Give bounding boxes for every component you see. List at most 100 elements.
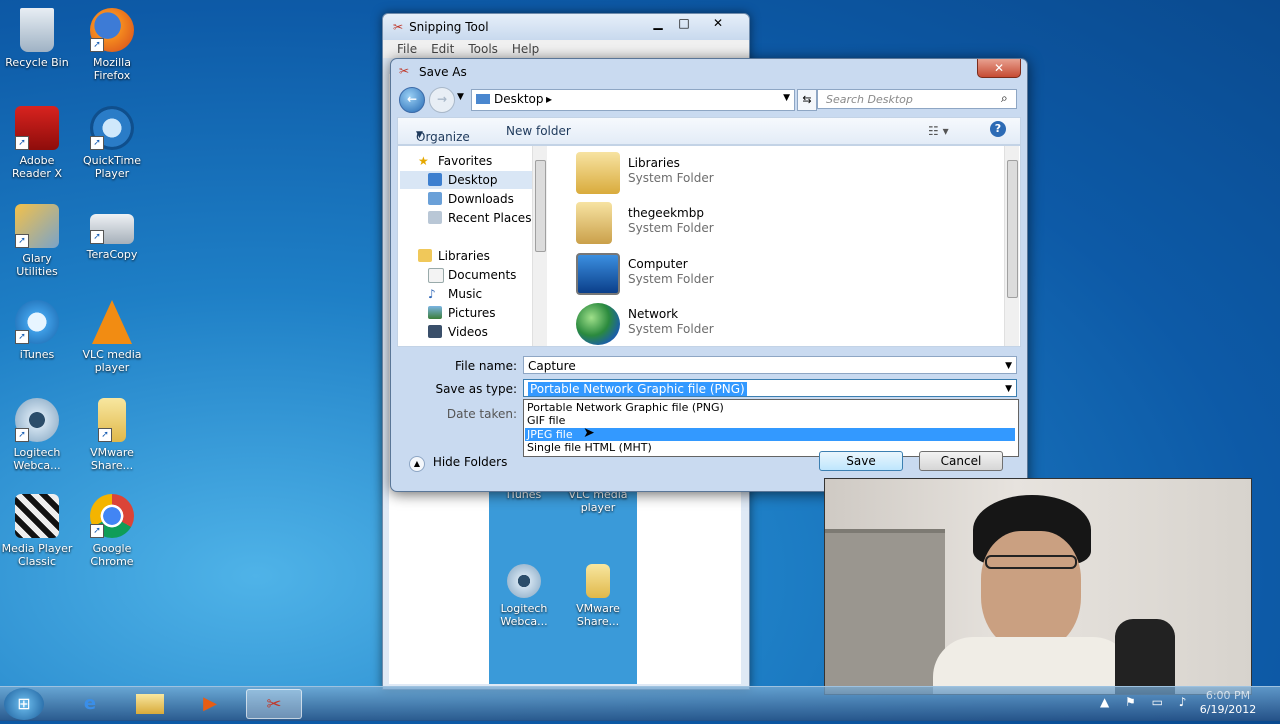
nav-downloads[interactable]: Downloads xyxy=(428,190,514,208)
nav-videos[interactable]: Videos xyxy=(428,323,488,341)
forward-button[interactable]: → xyxy=(429,87,455,113)
menu-help[interactable]: Help xyxy=(512,42,539,56)
minimize-button[interactable]: ▁ xyxy=(645,14,671,32)
taskbar-snipping-tool[interactable]: ✂ xyxy=(246,689,302,719)
nav-label: Downloads xyxy=(448,192,514,206)
desktop-icon-adobe-reader[interactable]: ➚ Adobe Reader X xyxy=(0,106,74,180)
desktop-icon-label: VMware Share... xyxy=(90,446,134,472)
videos-icon xyxy=(428,325,442,338)
filename-input[interactable]: Capture ▼ xyxy=(523,356,1017,374)
start-button[interactable]: ⊞ xyxy=(4,688,44,720)
nav-label: Music xyxy=(448,287,483,301)
back-button[interactable]: ← xyxy=(399,87,425,113)
chevron-down-icon: ▼ xyxy=(416,130,423,140)
adobe-reader-icon: ➚ xyxy=(15,106,59,150)
capture-icon-label: Logitech Webca... xyxy=(500,602,548,628)
desktop-icon-glary-utilities[interactable]: ➚ Glary Utilities xyxy=(0,204,74,278)
browser-pane: ★ Favorites Desktop Downloads Recent Pla… xyxy=(397,145,1021,347)
desktop-icon xyxy=(428,173,442,186)
desktop-icon-vmware-share[interactable]: ➚ VMware Share... xyxy=(75,398,149,472)
desktop-icon-label: Glary Utilities xyxy=(16,252,58,278)
menu-edit[interactable]: Edit xyxy=(431,42,454,56)
desktop-icon-teracopy[interactable]: ➚ TeraCopy xyxy=(75,204,149,261)
nav-favorites[interactable]: ★ Favorites xyxy=(418,152,492,170)
desktop-icon-vlc[interactable]: VLC media player xyxy=(75,300,149,374)
nav-scroll-thumb[interactable] xyxy=(535,160,546,252)
shortcut-arrow-icon: ➚ xyxy=(15,136,29,150)
glasses-icon xyxy=(985,555,1077,569)
nav-recent-places[interactable]: Recent Places xyxy=(428,209,531,227)
breadcrumb-chevron-icon[interactable]: ▸ xyxy=(546,92,552,106)
nav-documents[interactable]: Documents xyxy=(428,266,516,284)
file-type: System Folder xyxy=(628,171,714,185)
nav-desktop[interactable]: Desktop xyxy=(400,171,538,189)
nav-scrollbar[interactable] xyxy=(532,146,547,346)
file-list-scrollbar[interactable] xyxy=(1004,146,1019,346)
desktop-folder-icon xyxy=(476,94,490,104)
recent-pages-dropdown-icon[interactable]: ▼ xyxy=(457,92,464,102)
option-gif[interactable]: GIF file xyxy=(525,414,1015,427)
search-icon[interactable]: ⌕ xyxy=(1001,91,1008,106)
clock[interactable]: 6:00 PM 6/19/2012 xyxy=(1188,689,1268,717)
hide-folders-toggle[interactable]: ▲ Hide Folders xyxy=(409,455,507,472)
taskbar-internet-explorer[interactable]: e xyxy=(62,689,118,719)
navigation-pane: ★ Favorites Desktop Downloads Recent Pla… xyxy=(398,146,548,346)
shortcut-arrow-icon: ➚ xyxy=(15,428,29,442)
address-dropdown-icon[interactable]: ▼ xyxy=(783,93,790,103)
capture-icon-vmware: VMware Share... xyxy=(561,564,635,628)
chevron-down-icon[interactable]: ▼ xyxy=(1005,380,1012,398)
network-globe-icon xyxy=(576,303,620,345)
save-button[interactable]: Save xyxy=(819,451,903,471)
menu-tools[interactable]: Tools xyxy=(468,42,498,56)
new-folder-button[interactable]: New folder xyxy=(506,124,571,138)
desktop-icon-recycle-bin[interactable]: Recycle Bin xyxy=(0,8,74,69)
menu-bar: File Edit Tools Help xyxy=(383,40,749,58)
desktop-icon-label: VLC media player xyxy=(82,348,142,374)
chrome-icon: ➚ xyxy=(90,494,134,538)
shortcut-arrow-icon: ➚ xyxy=(90,136,104,150)
file-scroll-thumb[interactable] xyxy=(1007,160,1018,298)
option-jpeg[interactable]: JPEG file xyxy=(525,428,1015,441)
chevron-down-icon[interactable]: ▼ xyxy=(1005,357,1012,375)
libraries-folder-icon xyxy=(576,152,620,194)
nav-music[interactable]: ♪ Music xyxy=(428,285,482,303)
window-title: Snipping Tool xyxy=(409,20,489,34)
cancel-button[interactable]: Cancel xyxy=(919,451,1003,471)
close-button[interactable]: ✕ xyxy=(701,14,735,32)
nav-pictures[interactable]: Pictures xyxy=(428,304,496,322)
refresh-button[interactable]: ⇆ xyxy=(797,89,817,111)
option-png[interactable]: Portable Network Graphic file (PNG) xyxy=(525,401,1015,414)
desktop-icon-logitech-webcam[interactable]: ➚ Logitech Webca... xyxy=(0,398,74,472)
downloads-icon xyxy=(428,192,442,205)
address-field[interactable]: Desktop ▸ ▼ xyxy=(471,89,795,111)
desktop-icon-firefox[interactable]: ➚ Mozilla Firefox xyxy=(75,8,149,82)
help-icon[interactable]: ? xyxy=(990,121,1006,137)
maximize-button[interactable]: □ xyxy=(671,14,697,32)
desktop-icon-itunes[interactable]: ➚ iTunes xyxy=(0,300,74,361)
star-icon: ★ xyxy=(418,154,429,168)
taskbar-media-player[interactable]: ▶ xyxy=(182,689,238,719)
chair xyxy=(1115,619,1175,694)
desktop-icon-media-player-classic[interactable]: Media Player Classic xyxy=(0,494,74,568)
desktop-icon-label: Google Chrome xyxy=(90,542,134,568)
nav-libraries[interactable]: Libraries xyxy=(418,247,490,265)
capture-icon-label: VMware Share... xyxy=(576,602,620,628)
search-input[interactable]: Search Desktop xyxy=(817,89,1017,109)
cubicle-wall xyxy=(825,529,945,694)
savetype-select[interactable]: Portable Network Graphic file (PNG) ▼ xyxy=(523,379,1017,397)
desktop-icon-label: Adobe Reader X xyxy=(12,154,62,180)
close-button[interactable]: ✕ xyxy=(977,59,1021,78)
desktop-icon-quicktime[interactable]: ➚ QuickTime Player xyxy=(75,106,149,180)
tray-icons[interactable]: ▲ ⚑ ▭ ♪ xyxy=(1100,695,1192,709)
quicktime-icon: ➚ xyxy=(90,106,134,150)
view-options-icon[interactable]: ☷ ▾ xyxy=(928,124,949,138)
menu-file[interactable]: File xyxy=(397,42,417,56)
taskbar-windows-explorer[interactable] xyxy=(122,689,178,719)
firefox-icon: ➚ xyxy=(90,8,134,52)
nav-label: Desktop xyxy=(448,173,498,187)
desktop-icon-label: Logitech Webca... xyxy=(13,446,61,472)
address-path[interactable]: Desktop xyxy=(494,92,544,106)
shortcut-arrow-icon: ➚ xyxy=(90,230,104,244)
webcam-overlay xyxy=(824,478,1252,695)
desktop-icon-google-chrome[interactable]: ➚ Google Chrome xyxy=(75,494,149,568)
